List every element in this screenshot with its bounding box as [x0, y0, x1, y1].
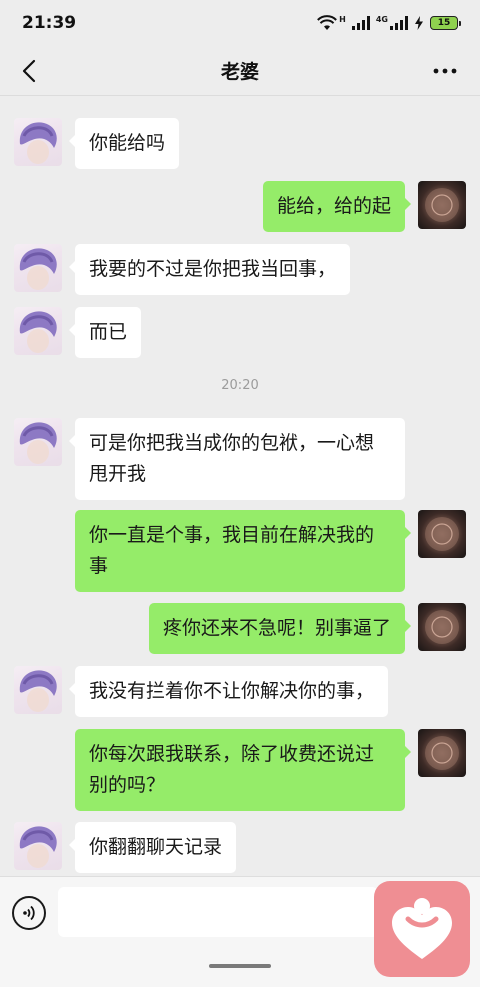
app-badge[interactable] — [374, 881, 470, 977]
contact-avatar[interactable] — [14, 822, 62, 870]
avatar-image — [425, 188, 459, 222]
message-bubble-sent[interactable]: 能给，给的起 — [262, 181, 412, 232]
voice-icon — [23, 905, 35, 921]
chevron-left-icon — [22, 59, 36, 83]
contact-avatar[interactable] — [14, 418, 62, 466]
my-avatar[interactable] — [418, 181, 466, 229]
status-bar: 21:39 H 4G 15 — [0, 0, 480, 46]
message-bubble-sent[interactable]: 你每次跟我联系，除了收费还说过别的吗？ — [75, 729, 411, 811]
contact-avatar[interactable] — [14, 307, 62, 355]
more-dots-icon — [433, 68, 457, 74]
status-time: 21:39 — [22, 13, 77, 33]
avatar-image — [19, 670, 57, 712]
message-bubble-sent[interactable]: 你一直是个事，我目前在解决我的事 — [75, 510, 411, 592]
message-list[interactable]: 你能给吗 能给，给的起 我要的不过是你把我当回事， 而已 20:20 可是你把我… — [0, 96, 480, 876]
message-bubble-received[interactable]: 而已 — [68, 307, 142, 358]
avatar-image — [19, 122, 57, 164]
charging-icon — [414, 16, 424, 30]
contact-avatar[interactable] — [14, 118, 62, 166]
avatar-image — [425, 517, 459, 551]
heart-person-icon — [392, 898, 452, 959]
avatar-image — [425, 610, 459, 644]
wifi-label: H — [339, 15, 346, 24]
signal-icon — [351, 16, 370, 30]
avatar-image — [19, 422, 57, 464]
message-bubble-received[interactable]: 我没有拦着你不让你解决你的事， — [68, 666, 389, 717]
network-label: 4G — [375, 15, 388, 24]
avatar-image — [19, 826, 57, 868]
home-indicator[interactable] — [209, 964, 271, 968]
message-input[interactable] — [58, 887, 378, 937]
message-bubble-received[interactable]: 我要的不过是你把我当回事， — [68, 244, 351, 295]
chat-header: 老婆 — [0, 46, 480, 96]
message-bubble-sent[interactable]: 疼你还来不急呢！别事逼了 — [148, 603, 412, 654]
message-bubble-received[interactable]: 你能给吗 — [68, 118, 180, 169]
message-bubble-received[interactable]: 你翻翻聊天记录 — [68, 822, 237, 873]
avatar-image — [19, 248, 57, 290]
avatar-image — [425, 736, 459, 770]
my-avatar[interactable] — [418, 603, 466, 651]
voice-button[interactable] — [12, 896, 46, 930]
status-icons: H 4G 15 — [317, 15, 461, 31]
battery-indicator: 15 — [430, 16, 461, 30]
signal-icon-2 — [390, 16, 408, 30]
wifi-icon — [317, 15, 338, 31]
my-avatar[interactable] — [418, 510, 466, 558]
message-timestamp: 20:20 — [221, 378, 259, 393]
my-avatar[interactable] — [418, 729, 466, 777]
back-button[interactable] — [12, 54, 46, 88]
contact-avatar[interactable] — [14, 244, 62, 292]
contact-avatar[interactable] — [14, 666, 62, 714]
avatar-image — [19, 311, 57, 353]
more-button[interactable] — [428, 54, 462, 88]
message-bubble-received[interactable]: 可是你把我当成你的包袱，一心想甩开我 — [69, 418, 405, 500]
chat-title: 老婆 — [220, 61, 259, 83]
